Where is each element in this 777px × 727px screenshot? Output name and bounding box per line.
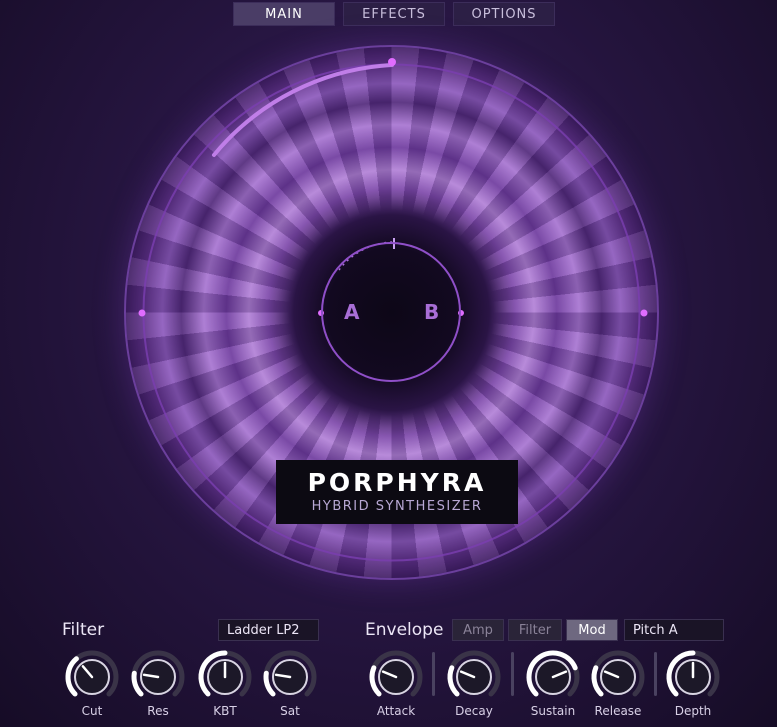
filter-type-dropdown[interactable]: Ladder LP2 (218, 619, 319, 641)
envelope-tab-amp[interactable]: Amp (452, 619, 504, 641)
knob-divider (432, 652, 435, 696)
knob-depth[interactable] (664, 648, 722, 706)
knob-decay[interactable] (445, 648, 503, 706)
knob-attack[interactable] (367, 648, 425, 706)
logo-subtitle: HYBRID SYNTHESIZER (311, 499, 483, 514)
knob-label-depth: Depth (674, 704, 712, 718)
oscillator-a-label[interactable]: A (344, 300, 359, 324)
knob-label-attack: Attack (376, 704, 416, 718)
knob-divider (511, 652, 514, 696)
knob-label-release: Release (594, 704, 642, 718)
knob-sustain[interactable] (524, 648, 582, 706)
knob-sat[interactable] (261, 648, 319, 706)
arc-handle-top (388, 58, 396, 66)
arc-handle-left (138, 309, 146, 317)
tab-options[interactable]: OPTIONS (453, 2, 555, 26)
product-logo: PORPHYRA HYBRID SYNTHESIZER (276, 460, 518, 524)
knob-release[interactable] (589, 648, 647, 706)
mod-target-dropdown[interactable]: Pitch A (624, 619, 724, 641)
top-tab-bar: MAIN EFFECTS OPTIONS (233, 2, 555, 28)
knob-label-sat: Sat (280, 704, 300, 718)
knob-label-res: Res (147, 704, 169, 718)
logo-title: PORPHYRA (307, 468, 487, 497)
arc-handle-right (640, 309, 648, 317)
oscillator-b-label[interactable]: B (424, 300, 439, 324)
filter-section-label: Filter (62, 620, 105, 640)
knob-kbt[interactable] (196, 648, 254, 706)
knob-label-sustain: Sustain (530, 704, 576, 718)
tab-effects[interactable]: EFFECTS (343, 2, 445, 26)
envelope-tab-mod[interactable]: Mod (566, 619, 618, 641)
envelope-section-label: Envelope (365, 620, 444, 640)
knob-label-cut: Cut (81, 704, 103, 718)
knob-divider (654, 652, 657, 696)
knob-res[interactable] (129, 648, 187, 706)
knob-label-decay: Decay (455, 704, 493, 718)
knob-label-kbt: KBT (213, 704, 237, 718)
envelope-tab-filter[interactable]: Filter (508, 619, 562, 641)
knob-cut[interactable] (63, 648, 121, 706)
tab-main[interactable]: MAIN (233, 2, 335, 26)
ab-morph-ring[interactable] (321, 242, 461, 382)
